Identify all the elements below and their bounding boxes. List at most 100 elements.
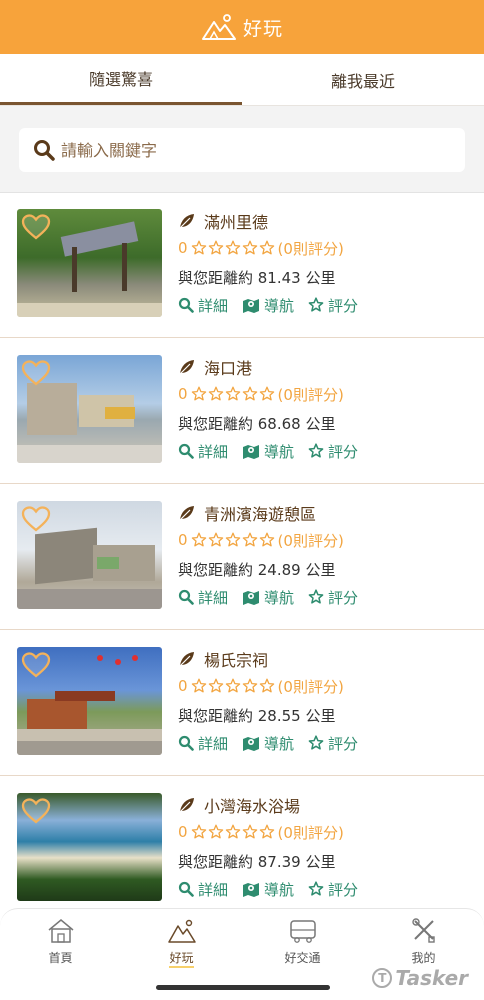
attraction-photo[interactable] [17,793,162,901]
rate-button[interactable]: 評分 [308,879,358,900]
list-item[interactable]: 海口港 0 (0則評分) 與您距離約 68.68 公里 詳細 導航 評分 [0,338,484,484]
navigate-label: 導航 [264,880,295,899]
star-rating [191,240,275,256]
detail-button[interactable]: 詳細 [178,879,228,900]
navigate-label: 導航 [264,296,295,315]
search-input[interactable] [61,140,451,160]
star-outline-icon [225,678,240,693]
map-marker-icon [243,883,260,897]
list-item[interactable]: 楊氏宗祠 0 (0則評分) 與您距離約 28.55 公里 詳細 導航 評分 [0,630,484,776]
rate-button[interactable]: 評分 [308,441,358,462]
rate-button[interactable]: 評分 [308,587,358,608]
favorite-heart-icon[interactable] [21,505,51,533]
attraction-info: 楊氏宗祠 0 (0則評分) 與您距離約 28.55 公里 詳細 導航 評分 [178,647,358,775]
navigate-button[interactable]: 導航 [242,587,294,608]
star-outline-icon [191,678,206,693]
navigate-label: 導航 [264,442,295,461]
star-outline-icon [259,678,274,693]
star-outline-icon [259,386,274,401]
action-row: 詳細 導航 評分 [178,437,358,465]
search-icon [178,443,194,459]
favorite-heart-icon[interactable] [21,797,51,825]
detail-button[interactable]: 詳細 [178,587,228,608]
search-icon [178,589,194,605]
rating-row: 0 (0則評分) [178,233,358,263]
rate-label: 評分 [328,296,359,315]
detail-label: 詳細 [198,588,229,607]
navigate-button[interactable]: 導航 [242,879,294,900]
rate-label: 評分 [328,442,359,461]
tab-nearest[interactable]: 離我最近 [242,54,484,105]
detail-button[interactable]: 詳細 [178,441,228,462]
attraction-photo[interactable] [17,209,162,317]
star-outline-icon [308,735,324,750]
distance-text: 與您距離約 24.89 公里 [178,560,336,579]
attraction-name: 滿州里德 [204,213,269,232]
star-outline-icon [259,824,274,839]
mountain-icon [167,919,196,943]
rate-button[interactable]: 評分 [308,733,358,754]
search-icon [178,735,194,751]
list-item[interactable]: 小灣海水浴場 0 (0則評分) 與您距離約 87.39 公里 詳細 導航 評分 [0,776,484,908]
favorite-heart-icon[interactable] [21,359,51,387]
star-rating [191,532,275,548]
leaf-icon [179,652,194,667]
nav-transport-label: 好交通 [284,951,321,965]
star-outline-icon [259,532,274,547]
detail-button[interactable]: 詳細 [178,295,228,316]
attraction-info: 小灣海水浴場 0 (0則評分) 與您距離約 87.39 公里 詳細 導航 評分 [178,793,358,908]
rating-value: 0 [178,531,188,549]
attraction-name: 小灣海水浴場 [204,797,301,816]
rate-button[interactable]: 評分 [308,295,358,316]
star-outline-icon [208,386,223,401]
favorite-heart-icon[interactable] [21,213,51,241]
action-row: 詳細 導航 評分 [178,291,358,319]
attraction-photo[interactable] [17,355,162,463]
attraction-name: 青洲濱海遊憩區 [204,505,317,524]
distance-text: 與您距離約 68.68 公里 [178,414,336,433]
navigate-button[interactable]: 導航 [242,733,294,754]
rating-count: (0則評分) [277,823,344,842]
star-outline-icon [208,678,223,693]
nav-home-label: 首頁 [48,951,73,965]
distance-text: 與您距離約 81.43 公里 [178,268,336,287]
rating-count: (0則評分) [277,531,344,550]
nav-home[interactable]: 首頁 [0,917,121,1000]
rating-row: 0 (0則評分) [178,671,358,701]
favorite-heart-icon[interactable] [21,651,51,679]
nav-play-label: 好玩 [169,949,194,968]
map-marker-icon [243,591,260,605]
attraction-photo[interactable] [17,647,162,755]
detail-label: 詳細 [198,442,229,461]
action-row: 詳細 導航 評分 [178,583,358,611]
rate-label: 評分 [328,880,359,899]
star-outline-icon [225,386,240,401]
action-row: 詳細 導航 評分 [178,729,358,757]
star-outline-icon [208,824,223,839]
star-outline-icon [242,678,257,693]
distance-text: 與您距離約 87.39 公里 [178,852,336,871]
star-outline-icon [191,240,206,255]
tab-random-surprise[interactable]: 隨選驚喜 [0,54,242,105]
list-item[interactable]: 滿州里德 0 (0則評分) 與您距離約 81.43 公里 詳細 導航 評分 [0,192,484,338]
search-box[interactable] [19,128,465,172]
navigate-button[interactable]: 導航 [242,295,294,316]
attraction-name: 海口港 [204,359,253,378]
star-outline-icon [308,881,324,896]
star-outline-icon [242,824,257,839]
list-item[interactable]: 青洲濱海遊憩區 0 (0則評分) 與您距離約 24.89 公里 詳細 導航 評分 [0,484,484,630]
search-area [0,106,484,193]
home-icon [48,919,73,943]
attraction-photo[interactable] [17,501,162,609]
page-title: 好玩 [242,17,283,40]
star-outline-icon [191,386,206,401]
star-outline-icon [308,297,324,312]
detail-button[interactable]: 詳細 [178,733,228,754]
navigate-button[interactable]: 導航 [242,441,294,462]
star-rating [191,678,275,694]
leaf-icon [179,798,194,813]
rate-label: 評分 [328,734,359,753]
map-marker-icon [243,445,260,459]
action-row: 詳細 導航 評分 [178,875,358,903]
attraction-info: 海口港 0 (0則評分) 與您距離約 68.68 公里 詳細 導航 評分 [178,355,358,483]
